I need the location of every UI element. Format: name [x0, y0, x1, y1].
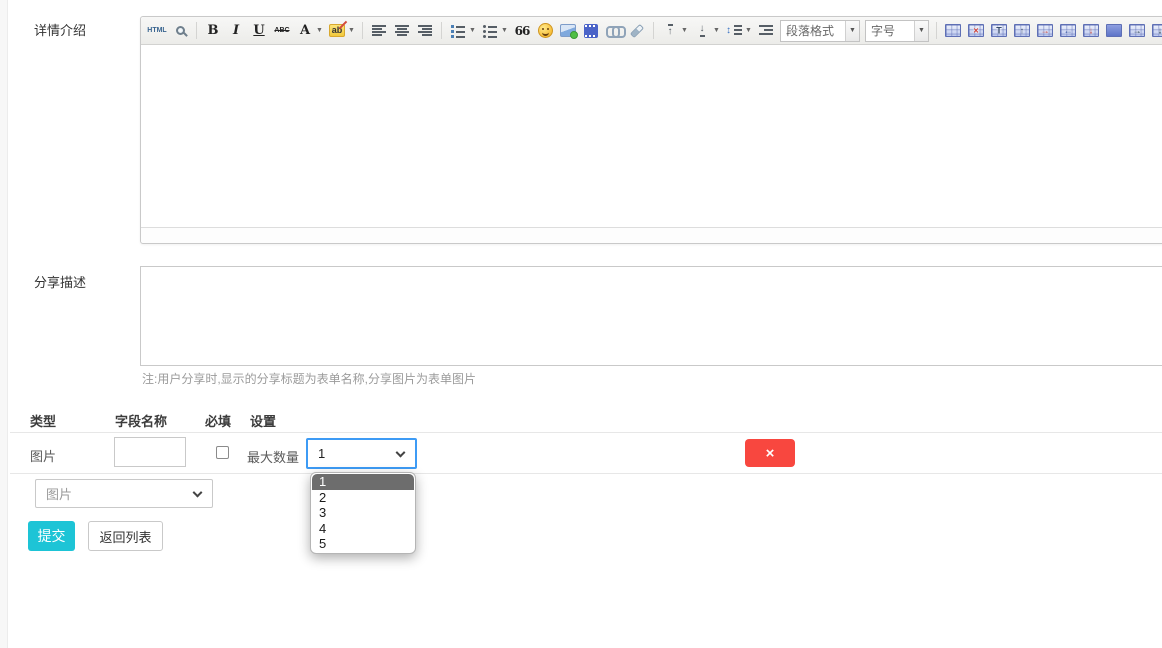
dropdown-option-3[interactable]: 3 — [312, 505, 414, 521]
underline-icon[interactable]: U — [248, 20, 270, 42]
delete-table-icon[interactable]: × — [965, 20, 987, 42]
col-header-required: 必填 — [205, 411, 231, 430]
line-height-dropdown-arrow[interactable]: ▼ — [744, 20, 753, 42]
merge-down-icon[interactable]: ↓ — [1149, 20, 1162, 42]
share-desc-textarea[interactable] — [140, 266, 1162, 366]
max-count-dropdown-popup: 12345 — [310, 472, 416, 554]
col-header-type: 类型 — [30, 411, 56, 430]
toolbar-separator — [441, 22, 442, 39]
cell-merge-icon[interactable] — [1103, 20, 1125, 42]
line-height-icon[interactable]: ↕ — [723, 20, 745, 42]
row-type-label: 图片 — [30, 446, 56, 465]
insert-table-icon[interactable] — [942, 20, 964, 42]
emoticon-icon[interactable] — [534, 20, 556, 42]
highlight-dropdown-arrow[interactable]: ▼ — [347, 20, 356, 42]
insert-row-above-icon[interactable]: ↑ — [1011, 20, 1033, 42]
bold-icon[interactable]: B — [202, 20, 224, 42]
margin-top-dropdown-arrow[interactable]: ▼ — [680, 20, 689, 42]
highlight-icon[interactable]: ab — [326, 20, 348, 42]
margin-bottom-icon[interactable]: ↓ — [691, 20, 713, 42]
chevron-down-icon[interactable]: ▼ — [914, 21, 928, 41]
image-icon[interactable] — [557, 20, 579, 42]
paragraph-format-label: 段落格式 — [781, 22, 845, 39]
font-color-dropdown-arrow[interactable]: ▼ — [315, 20, 324, 42]
font-size-label: 字号 — [866, 22, 914, 39]
strikethrough-icon[interactable]: ABC — [271, 20, 293, 42]
margin-top-icon[interactable]: ↑ — [659, 20, 681, 42]
delete-x-icon: × — [766, 446, 775, 461]
indent-icon[interactable] — [755, 20, 777, 42]
field-name-input[interactable] — [114, 437, 186, 467]
max-count-select[interactable]: 1 — [306, 438, 417, 469]
editor-content-area[interactable] — [141, 45, 1162, 227]
ordered-list-icon[interactable] — [447, 20, 469, 42]
align-right-icon[interactable] — [414, 20, 436, 42]
max-count-value: 1 — [318, 446, 325, 461]
unordered-list-icon[interactable] — [479, 20, 501, 42]
chevron-down-icon[interactable]: ▼ — [845, 21, 859, 41]
unordered-list-dropdown-arrow[interactable]: ▼ — [500, 20, 509, 42]
col-header-settings: 设置 — [250, 411, 276, 430]
font-size-select[interactable]: 字号▼ — [865, 20, 929, 42]
delete-row-icon[interactable]: ↓ — [1080, 20, 1102, 42]
table-props-icon[interactable]: T — [988, 20, 1010, 42]
preview-icon[interactable] — [169, 20, 191, 42]
align-center-icon[interactable] — [391, 20, 413, 42]
dropdown-option-4[interactable]: 4 — [312, 521, 414, 537]
chevron-down-icon — [396, 447, 406, 457]
page-left-edge — [0, 0, 8, 648]
media-icon[interactable] — [580, 20, 602, 42]
editor-statusbar[interactable] — [141, 227, 1162, 243]
chevron-down-icon — [193, 487, 203, 497]
dropdown-option-2[interactable]: 2 — [312, 490, 414, 506]
toolbar-separator — [936, 22, 937, 39]
insert-col-icon[interactable]: ← — [1057, 20, 1079, 42]
html-source-icon[interactable]: HTML — [146, 20, 168, 42]
max-count-label: 最大数量 — [247, 447, 299, 466]
align-left-icon[interactable] — [368, 20, 390, 42]
toolbar-separator — [196, 22, 197, 39]
back-to-list-button[interactable]: 返回列表 — [88, 521, 163, 551]
ordered-list-dropdown-arrow[interactable]: ▼ — [468, 20, 477, 42]
italic-icon[interactable]: I — [225, 20, 247, 42]
rich-text-editor: HTMLBIUABCA▼ab▼▼▼66↑▼↓▼↕▼段落格式▼字号▼×T↑→←↓→… — [140, 16, 1162, 244]
required-checkbox[interactable] — [216, 446, 229, 459]
paragraph-format-select[interactable]: 段落格式▼ — [780, 20, 860, 42]
field-type-select[interactable]: 图片 — [35, 479, 213, 508]
font-color-icon[interactable]: A — [294, 20, 316, 42]
share-desc-label: 分享描述 — [34, 272, 86, 291]
field-type-value: 图片 — [46, 484, 72, 503]
row-divider — [10, 473, 1162, 474]
detail-intro-label: 详情介绍 — [34, 20, 86, 39]
remove-format-icon[interactable] — [626, 20, 648, 42]
toolbar-separator — [362, 22, 363, 39]
insert-row-right-icon[interactable]: → — [1034, 20, 1056, 42]
dropdown-option-1[interactable]: 1 — [312, 474, 414, 490]
link-icon[interactable] — [603, 20, 625, 42]
delete-row-button[interactable]: × — [745, 439, 795, 467]
share-note-text: 注:用户分享时,显示的分享标题为表单名称,分享图片为表单图片 — [142, 370, 476, 387]
toolbar-separator — [653, 22, 654, 39]
col-header-field-name: 字段名称 — [115, 411, 167, 430]
header-divider — [10, 432, 1162, 433]
merge-right-icon[interactable]: → — [1126, 20, 1148, 42]
margin-bottom-dropdown-arrow[interactable]: ▼ — [712, 20, 721, 42]
editor-toolbar: HTMLBIUABCA▼ab▼▼▼66↑▼↓▼↕▼段落格式▼字号▼×T↑→←↓→… — [141, 17, 1162, 45]
submit-button[interactable]: 提交 — [28, 521, 75, 551]
dropdown-option-5[interactable]: 5 — [312, 536, 414, 552]
blockquote-icon[interactable]: 66 — [511, 20, 533, 42]
